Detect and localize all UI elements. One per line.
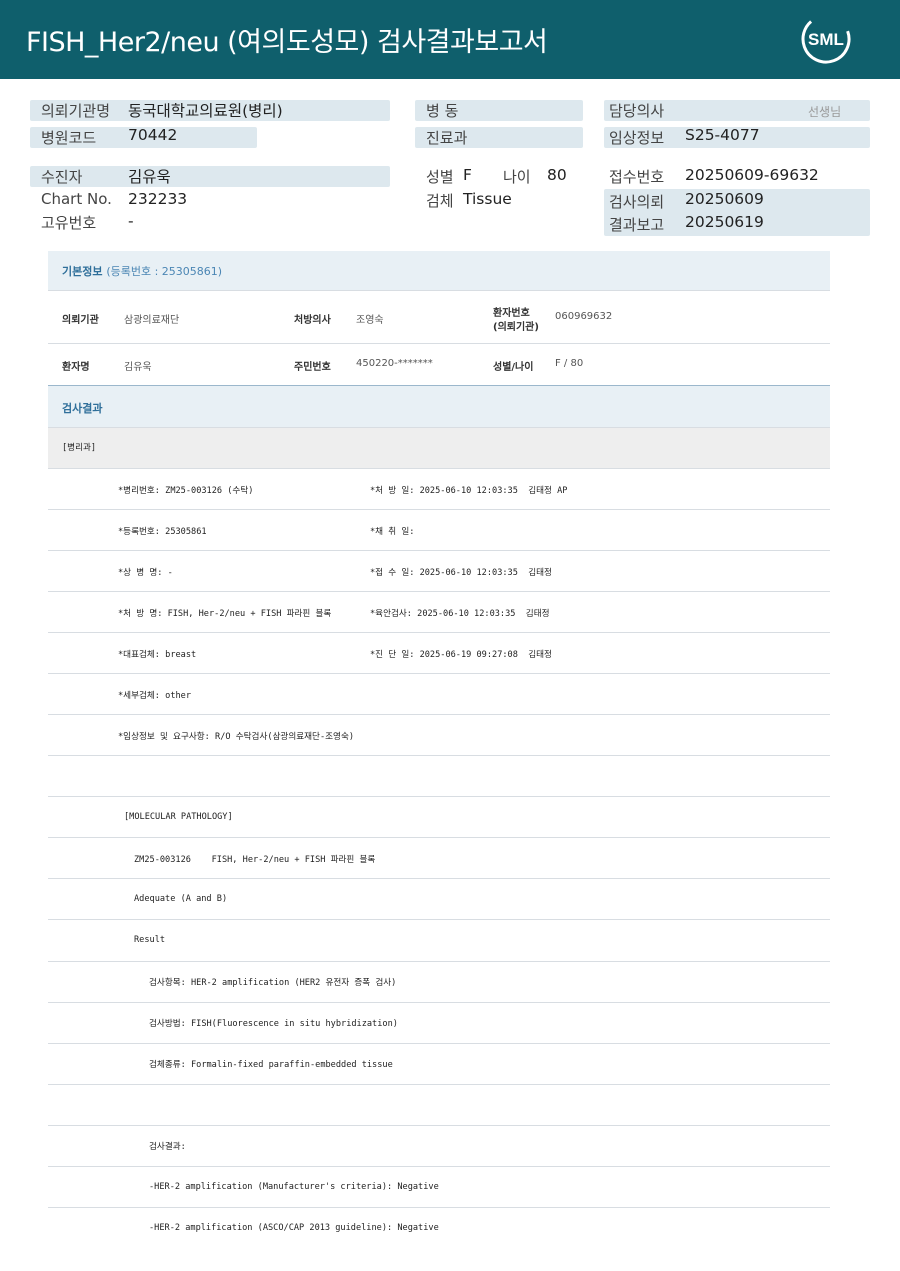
- req-org-label: 의뢰기관명: [41, 102, 111, 120]
- accept-value: 20250609-69632: [685, 166, 819, 184]
- result-line: *진 단 일: 2025-06-19 09:27:08 김태정: [370, 650, 552, 660]
- hosp-code-value: 70442: [128, 126, 178, 144]
- mp-line: -HER-2 amplification (Manufacturer's cri…: [149, 1182, 439, 1192]
- mp-header: [MOLECULAR PATHOLOGY]: [124, 812, 233, 822]
- patient-label: 수진자: [41, 168, 83, 186]
- result-line: *대표검체: breast: [118, 650, 197, 660]
- basic-info-title: 기본정보: [62, 265, 103, 278]
- divider: [48, 1207, 830, 1208]
- result-header: 검사결과: [48, 386, 830, 427]
- request-value: 20250609: [685, 190, 764, 208]
- doctor-suffix: 선생님: [808, 105, 842, 119]
- result-line: *병리번호: ZM25-003126 (수탁): [118, 486, 254, 496]
- age-value: 80: [547, 166, 567, 184]
- dept-tag-row: [48, 428, 830, 468]
- report-title: FISH_Her2/neu (여의도성모) 검사결과보고서: [26, 27, 548, 58]
- clinical-value: S25-4077: [685, 126, 760, 144]
- divider: [48, 290, 830, 291]
- result-line: *처 방 일: 2025-06-10 12:03:35 김태정 AP: [370, 486, 568, 496]
- divider: [48, 919, 830, 920]
- result-panel: 기본정보 (등록번호 : 25305861) 의뢰기관 삼광의료재단 처방의사 …: [48, 251, 830, 1271]
- divider: [48, 632, 830, 633]
- divider: [48, 755, 830, 756]
- report-header: FISH_Her2/neu (여의도성모) 검사결과보고서 SML: [0, 0, 900, 79]
- specimen-label: 검체: [426, 192, 454, 210]
- divider: [48, 509, 830, 510]
- report-value: 20250619: [685, 213, 764, 231]
- sexage-value: F / 80: [555, 358, 584, 369]
- divider: [48, 1043, 830, 1044]
- result-title: 검사결과: [62, 402, 103, 415]
- result-line: *채 취 일:: [370, 527, 415, 537]
- divider: [48, 878, 830, 879]
- sml-logo: SML: [800, 13, 852, 65]
- dept-label: 진료과: [426, 129, 468, 147]
- basic-info-header: 기본정보 (등록번호 : 25305861): [48, 251, 830, 290]
- divider: [48, 591, 830, 592]
- presc-value: 조영숙: [356, 315, 384, 326]
- divider: [48, 961, 830, 962]
- mp-line: -HER-2 amplification (ASCO/CAP 2013 guid…: [149, 1223, 439, 1233]
- mp-line: 검사결과:: [149, 1142, 186, 1152]
- sexage-label: 성별/나이: [493, 362, 534, 373]
- divider: [48, 673, 830, 674]
- rrn-value: 450220-*******: [356, 358, 433, 369]
- patient-bar: [30, 166, 390, 187]
- presc-label: 처방의사: [294, 315, 331, 326]
- patient-value: 김유욱: [128, 168, 171, 186]
- mp-line: Result: [134, 935, 166, 945]
- rrn-label: 주민번호: [294, 362, 331, 373]
- mp-line: Adequate (A and B): [134, 894, 228, 904]
- mp-line: ZM25-003126 FISH, Her-2/neu + FISH 파라핀 블…: [134, 855, 376, 865]
- result-line: *등록번호: 25305861: [118, 527, 207, 537]
- request-label: 검사의뢰: [609, 193, 665, 211]
- dept-tag: [병리과]: [62, 443, 97, 453]
- doctor-label: 담당의사: [609, 102, 665, 120]
- result-line: *임상정보 및 요구사항: R/O 수탁검사(삼광의료재단-조영숙): [118, 732, 355, 742]
- divider: [48, 1084, 830, 1085]
- divider: [48, 343, 830, 344]
- result-line: *접 수 일: 2025-06-10 12:03:35 김태정: [370, 568, 552, 578]
- hosp-code-label: 병원코드: [41, 129, 97, 147]
- divider: [48, 1125, 830, 1126]
- report-label: 결과보고: [609, 216, 665, 234]
- age-label: 나이: [503, 168, 531, 186]
- divider: [48, 468, 830, 469]
- mp-line: 검사방법: FISH(Fluorescence in situ hybridiz…: [149, 1019, 398, 1029]
- logo-text: SML: [808, 30, 844, 49]
- ptno-label: 환자번호: [493, 308, 530, 319]
- divider: [48, 714, 830, 715]
- ward-label: 병 동: [426, 102, 459, 120]
- divider: [48, 550, 830, 551]
- reg-note: (등록번호 : 25305861): [106, 265, 223, 278]
- mp-line: 검사항목: HER-2 amplification (HER2 유전자 증폭 검…: [149, 978, 397, 988]
- org-label: 의뢰기관: [62, 315, 99, 326]
- name-label: 환자명: [62, 362, 90, 373]
- name-value: 김유욱: [124, 362, 152, 373]
- chart-value: 232233: [128, 190, 188, 208]
- uid-value: -: [128, 212, 134, 230]
- divider: [48, 1002, 830, 1003]
- clinical-label: 임상정보: [609, 129, 665, 147]
- accept-label: 접수번호: [609, 168, 665, 186]
- ptno-label-2: (의뢰기관): [493, 322, 539, 333]
- result-line: *상 병 명: -: [118, 568, 173, 578]
- result-line: *처 방 명: FISH, Her-2/neu + FISH 파라핀 블록: [118, 609, 332, 619]
- req-org-value: 동국대학교의료원(병리): [128, 102, 283, 120]
- uid-label: 고유번호: [41, 214, 97, 232]
- result-line: *세부검체: other: [118, 691, 192, 701]
- result-line: *육안검사: 2025-06-10 12:03:35 김태정: [370, 609, 550, 619]
- divider: [48, 1166, 830, 1167]
- chart-label: Chart No.: [41, 190, 112, 208]
- sex-label: 성별: [426, 168, 454, 186]
- specimen-value: Tissue: [463, 190, 512, 208]
- sex-value: F: [463, 166, 472, 184]
- divider: [48, 837, 830, 838]
- mp-line: 검체종류: Formalin-fixed paraffin-embedded t…: [149, 1060, 393, 1070]
- org-value: 삼광의료재단: [124, 315, 180, 326]
- divider: [48, 796, 830, 797]
- ptno-value: 060969632: [555, 311, 613, 322]
